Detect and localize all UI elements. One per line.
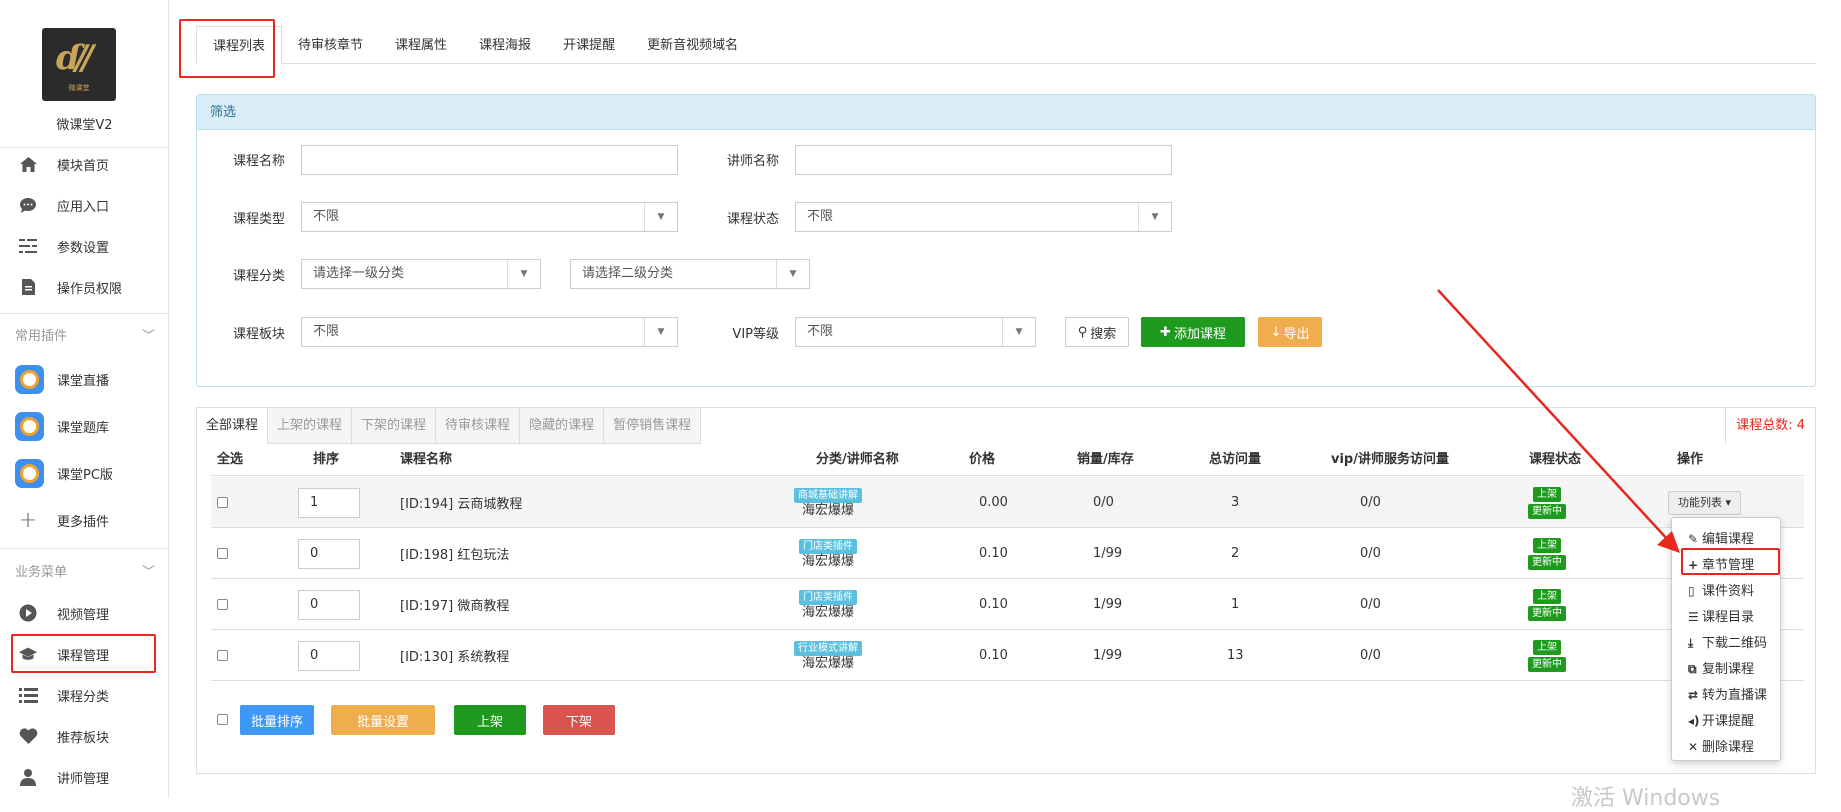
windows-watermark: 激活 Windows <box>1571 786 1721 811</box>
annotation-arrow <box>1437 289 1680 553</box>
